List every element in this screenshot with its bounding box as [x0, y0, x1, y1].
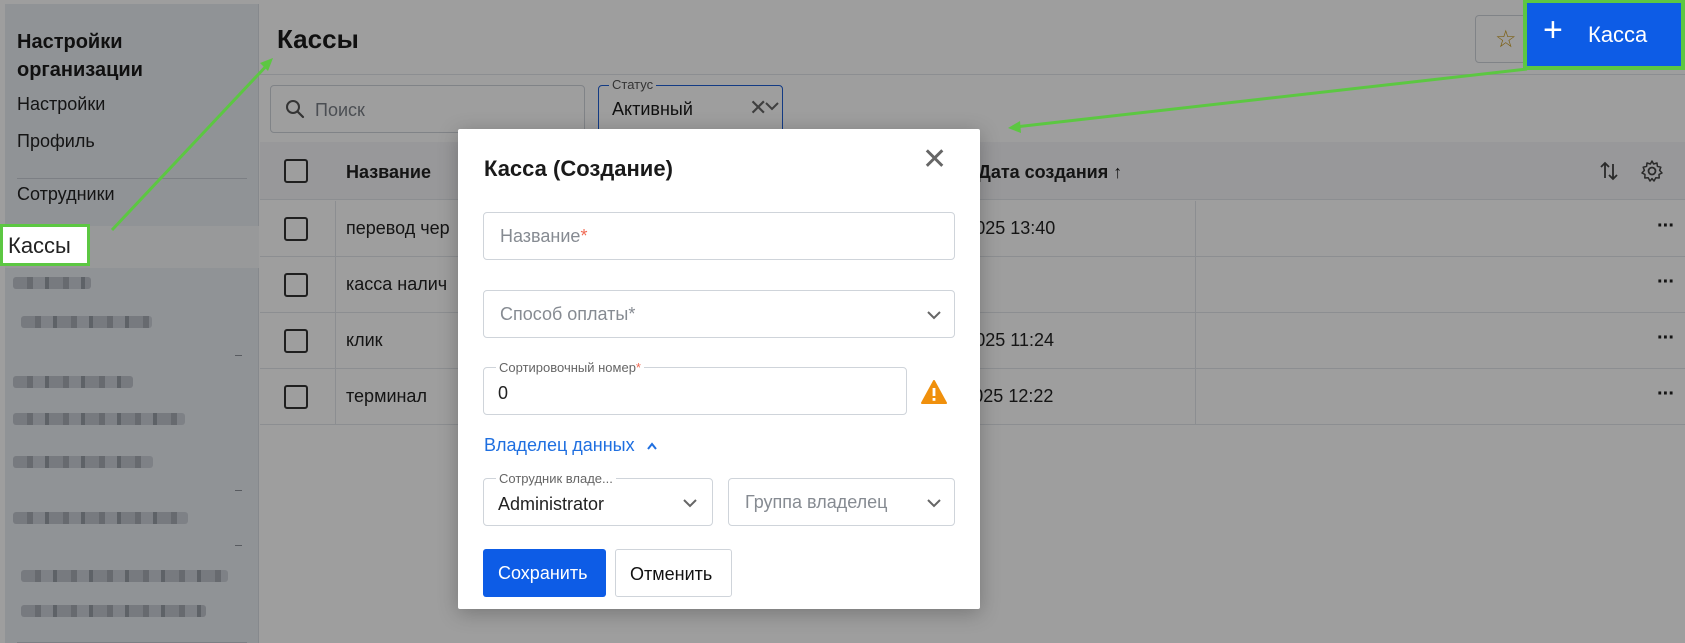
- owner-section-toggle[interactable]: Владелец данных: [484, 435, 658, 456]
- save-label: Сохранить: [498, 563, 588, 583]
- owner-group-select[interactable]: Группа владелец: [728, 478, 955, 526]
- sort-number-label: Сортировочный номер: [499, 360, 636, 375]
- sort-number-legend: Сортировочный номер*: [496, 360, 644, 375]
- owner-employee-value: Administrator: [498, 494, 605, 514]
- cancel-button[interactable]: Отменить: [615, 549, 732, 597]
- warning-icon: [921, 380, 947, 404]
- save-button[interactable]: Сохранить: [483, 549, 606, 597]
- payment-method-select[interactable]: Способ оплаты*: [483, 290, 955, 338]
- cancel-label: Отменить: [630, 564, 713, 584]
- owner-section-label: Владелец данных: [484, 435, 635, 455]
- name-placeholder: Название*: [500, 226, 587, 247]
- chevron-down-icon: [683, 499, 697, 508]
- required-mark: *: [635, 360, 641, 375]
- owner-employee-label: Сотрудник владе...: [496, 471, 616, 486]
- create-cash-register-dialog: Касса (Создание) ✕ Название* Способ опла…: [458, 129, 980, 609]
- close-icon[interactable]: ✕: [922, 145, 947, 175]
- chevron-down-icon: [927, 311, 941, 320]
- add-button-label: Касса: [1588, 22, 1648, 47]
- dialog-title: Касса (Создание): [484, 156, 673, 181]
- sort-number-field[interactable]: Сортировочный номер* 0: [483, 360, 907, 415]
- chevron-down-icon: [927, 499, 941, 508]
- owner-employee-select[interactable]: Сотрудник владе... Administrator: [483, 471, 713, 526]
- name-label: Название: [500, 226, 581, 246]
- required-mark: *: [580, 226, 588, 246]
- chevron-up-icon: [646, 442, 657, 450]
- sort-number-value: 0: [498, 383, 509, 403]
- owner-group-label: Группа владелец: [745, 492, 888, 512]
- sidebar-item-cash-registers[interactable]: Кассы: [0, 224, 90, 266]
- plus-icon: +: [1543, 11, 1563, 49]
- name-field[interactable]: Название*: [483, 212, 955, 260]
- sidebar-item-label: Кассы: [8, 233, 71, 258]
- payment-method-label: Способ оплаты*: [500, 304, 636, 324]
- add-cash-register-button[interactable]: + Касса: [1523, 0, 1685, 70]
